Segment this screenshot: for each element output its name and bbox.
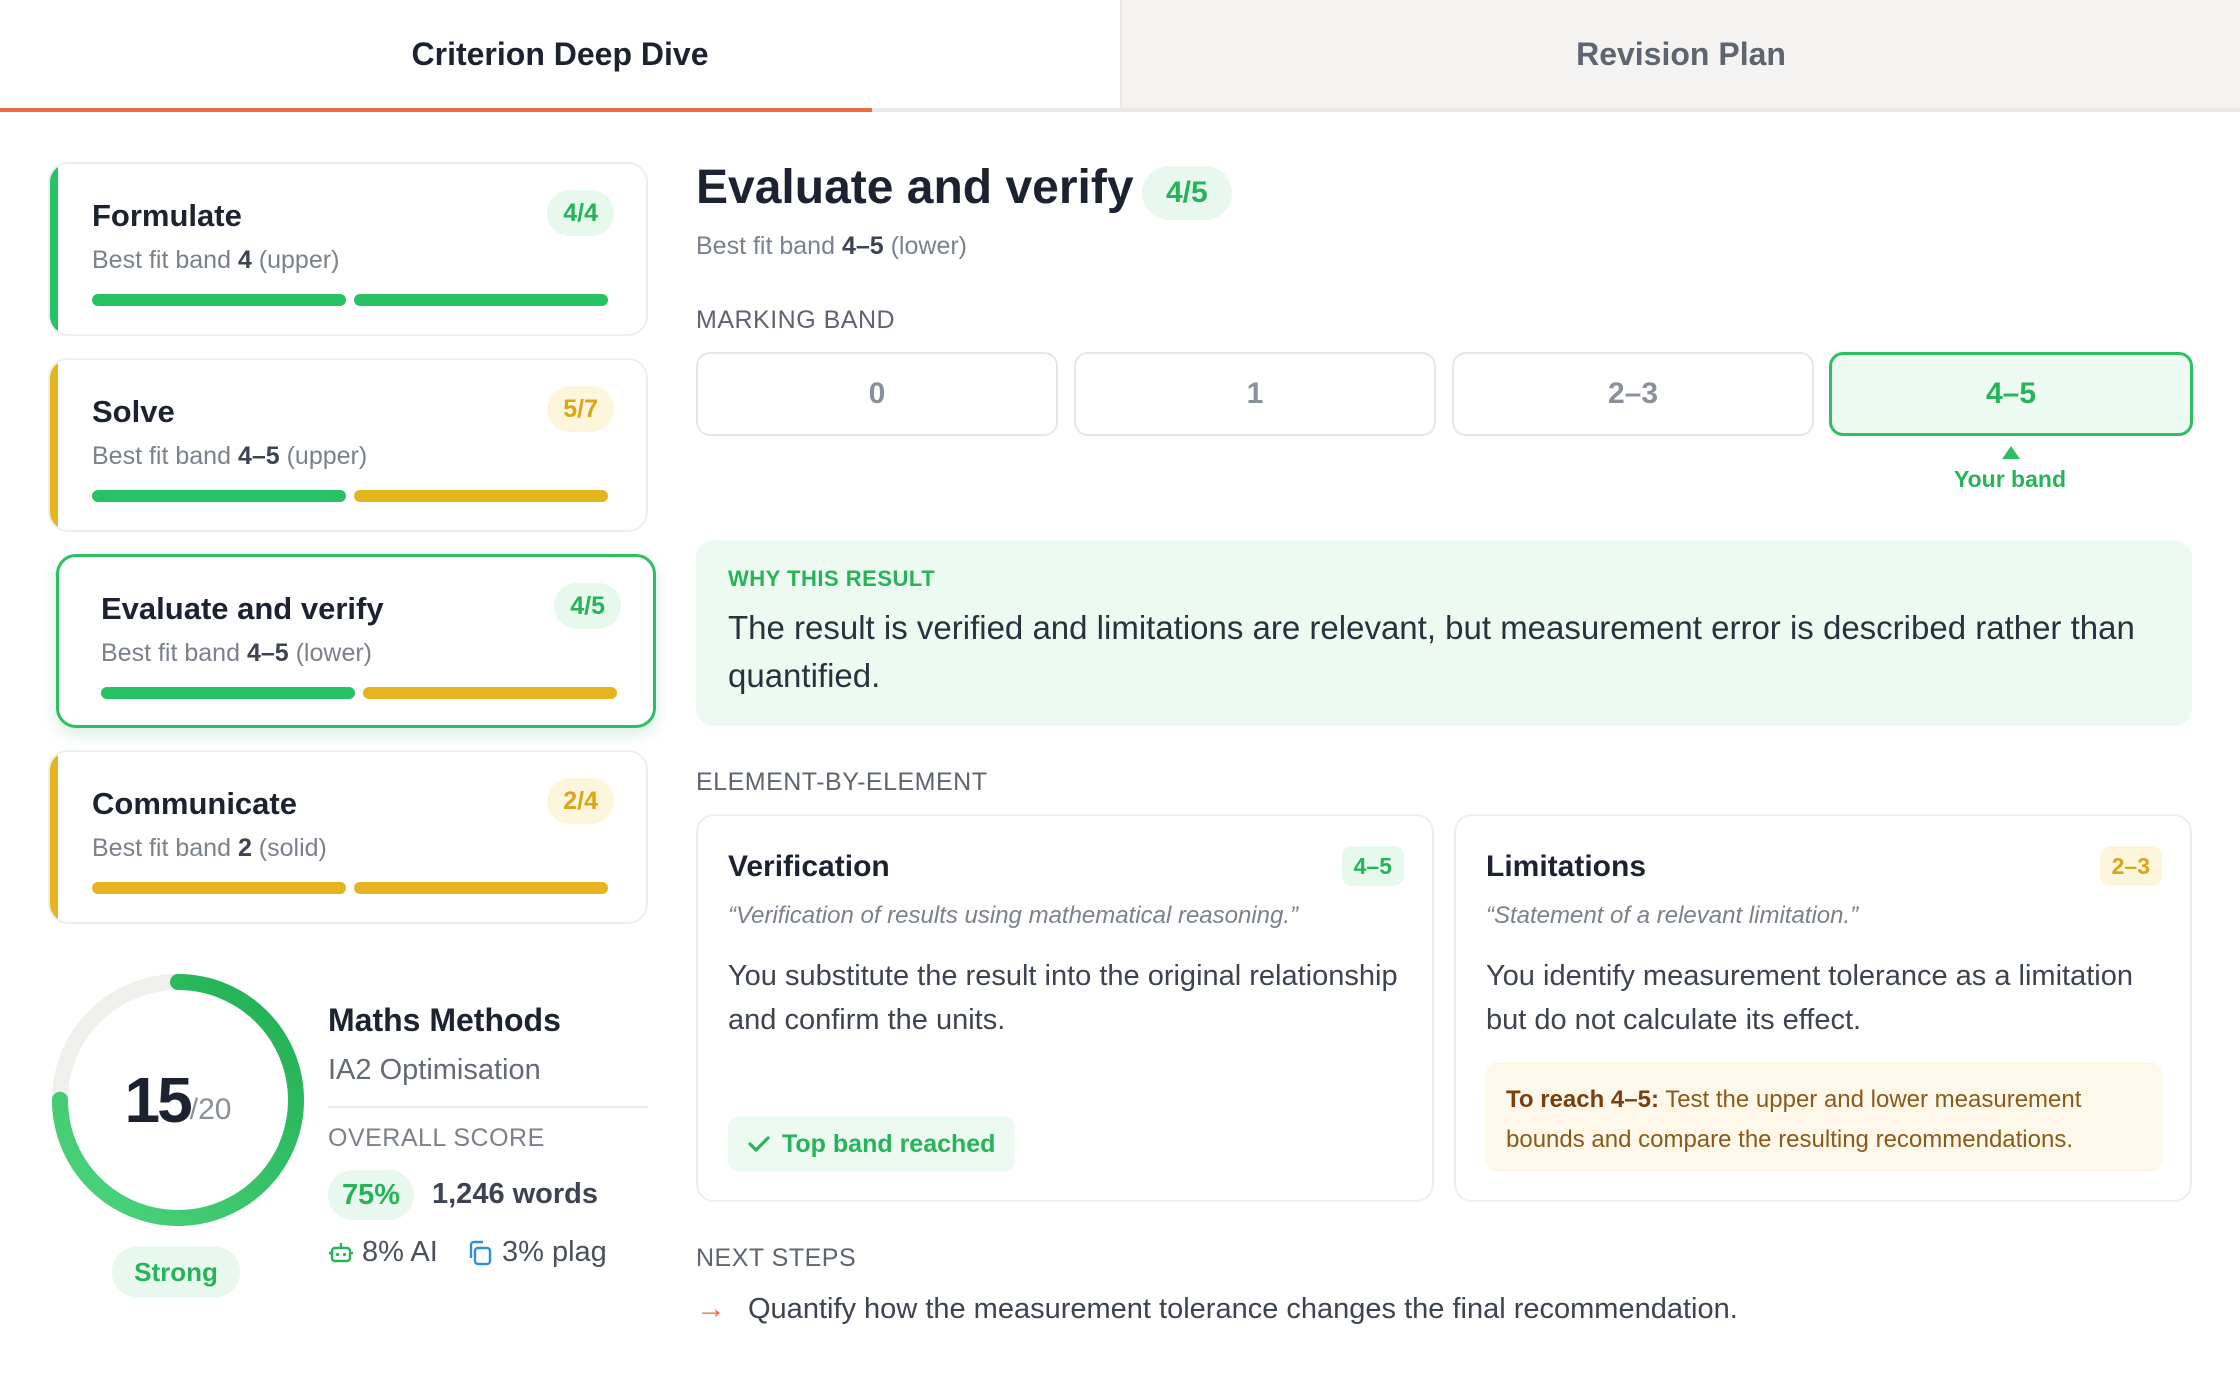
ai-value: 8% AI (362, 1236, 438, 1268)
next-step-item: → Quantify how the measurement tolerance… (696, 1292, 1738, 1326)
top-band-reached-label: Top band reached (782, 1129, 996, 1158)
arrow-right-icon: → (696, 1292, 726, 1325)
criterion-band: Best fit band 4 (upper) (92, 246, 340, 274)
criterion-card-evaluate-and-verify[interactable]: Evaluate and verify 4/5 Best fit band 4–… (56, 554, 656, 728)
word-count: 1,246 words (432, 1178, 599, 1210)
element-title: Limitations (1486, 850, 1647, 883)
copy-icon (469, 1240, 492, 1265)
ai-metric: 8% AI (328, 1236, 438, 1269)
status-stripe (50, 360, 58, 530)
why-this-result-panel: WHY THIS RESULT The result is verified a… (696, 540, 2192, 726)
criterion-card-solve[interactable]: Solve 5/7 Best fit band 4–5 (upper) (48, 358, 648, 532)
status-stripe (50, 164, 58, 334)
status-stripe (50, 752, 58, 922)
criterion-title: Evaluate and verify (101, 591, 384, 626)
why-text: The result is verified and limitations a… (728, 609, 2135, 694)
band-option-2-3[interactable]: 2–3 (1452, 352, 1814, 436)
criterion-title: Solve (92, 394, 175, 429)
element-by-element-label: ELEMENT-BY-ELEMENT (696, 768, 988, 796)
element-feedback: You substitute the result into the origi… (728, 960, 1398, 1036)
progress-segment (363, 687, 617, 699)
to-reach-label: To reach 4–5: (1506, 1086, 1659, 1113)
criterion-card-communicate[interactable]: Communicate 2/4 Best fit band 2 (solid) (48, 750, 648, 924)
subject-title: Maths Methods (328, 1002, 561, 1038)
score-value: 15 (124, 1064, 193, 1136)
tab-revision-plan[interactable]: Revision Plan (1120, 0, 2240, 112)
criterion-score-badge: 4/4 (547, 190, 614, 236)
progress-segment (354, 490, 608, 502)
element-feedback: You identify measurement tolerance as a … (1486, 960, 2133, 1036)
plagiarism-metric: 3% plag (466, 1236, 607, 1269)
element-criterion-quote: “Verification of results using mathemati… (728, 902, 1299, 929)
progress-segment (101, 687, 355, 699)
score-readout: 15/20 (48, 970, 308, 1230)
element-criterion-quote: “Statement of a relevant limitation.” (1486, 902, 1859, 929)
criterion-title: Formulate (92, 198, 242, 233)
plagiarism-value: 3% plag (502, 1236, 607, 1268)
active-tab-indicator (0, 108, 872, 112)
why-label: WHY THIS RESULT (728, 566, 936, 591)
band-option-1[interactable]: 1 (1074, 352, 1436, 436)
detail-score-badge: 4/5 (1142, 166, 1232, 220)
progress-segment (92, 882, 346, 894)
progress-segment (354, 294, 608, 306)
task-name: IA2 Optimisation (328, 1054, 541, 1086)
criterion-score-badge: 2/4 (547, 778, 614, 824)
band-option-0[interactable]: 0 (696, 352, 1058, 436)
criterion-progress (92, 882, 608, 894)
criterion-band: Best fit band 4–5 (upper) (92, 442, 368, 470)
percent-badge: 75% (328, 1170, 415, 1220)
tab-criterion-deep-dive[interactable]: Criterion Deep Dive (0, 0, 1120, 112)
band-option-4-5[interactable]: 4–5 (1829, 352, 2193, 436)
criterion-band: Best fit band 4–5 (lower) (101, 639, 373, 667)
detail-title: Evaluate and verify (696, 161, 1134, 214)
progress-segment (92, 294, 346, 306)
score-total: /20 (189, 1093, 232, 1126)
top-band-reached-badge: Top band reached (728, 1116, 1016, 1172)
overall-score-label: OVERALL SCORE (328, 1124, 545, 1152)
overall-score-ring: 15/20 (48, 970, 308, 1230)
criterion-progress (92, 490, 608, 502)
tab-label: Revision Plan (1576, 35, 1786, 72)
robot-icon (329, 1242, 353, 1262)
marking-band-label: MARKING BAND (696, 306, 896, 334)
element-title: Verification (728, 850, 890, 883)
criterion-score-badge: 5/7 (547, 386, 614, 432)
criterion-progress (101, 687, 617, 699)
element-score-badge: 2–3 (2099, 846, 2162, 886)
criterion-band: Best fit band 2 (solid) (92, 834, 327, 862)
divider (328, 1106, 648, 1108)
caret-up-icon (2002, 446, 2020, 459)
progress-segment (354, 882, 608, 894)
next-steps-label: NEXT STEPS (696, 1244, 857, 1272)
element-score-badge: 4–5 (1341, 846, 1404, 886)
next-step-text: Quantify how the measurement tolerance c… (748, 1292, 1738, 1325)
criterion-score-badge: 4/5 (554, 583, 621, 629)
checkmark-icon (748, 1136, 770, 1152)
detail-band: Best fit band 4–5 (lower) (696, 232, 968, 260)
to-reach-hint: To reach 4–5: Test the upper and lower m… (1486, 1062, 2162, 1172)
criterion-card-formulate[interactable]: Formulate 4/4 Best fit band 4 (upper) (48, 162, 648, 336)
element-card-limitations: Limitations 2–3 “Statement of a relevant… (1454, 814, 2192, 1202)
rating-badge: Strong (112, 1246, 240, 1298)
criterion-title: Communicate (92, 786, 297, 821)
your-band-caption: Your band (1953, 466, 2066, 492)
criterion-progress (92, 294, 608, 306)
element-card-verification: Verification 4–5 “Verification of result… (696, 814, 1434, 1202)
tab-label: Criterion Deep Dive (411, 35, 709, 72)
progress-segment (92, 490, 346, 502)
tab-bar: Criterion Deep Dive Revision Plan (0, 0, 2240, 112)
